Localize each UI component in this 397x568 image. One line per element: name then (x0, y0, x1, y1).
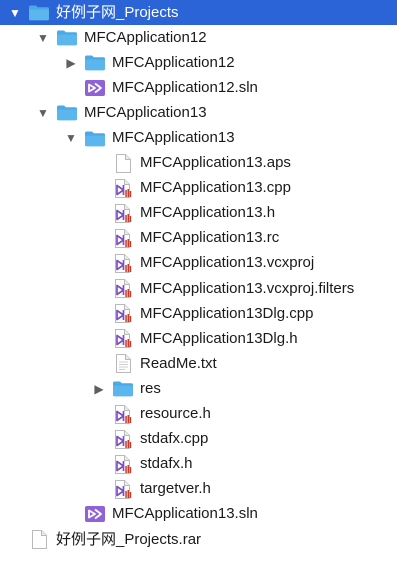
tree-row-label: MFCApplication13.rc (140, 229, 280, 247)
folder-icon (84, 54, 106, 72)
visual-studio-file-icon (112, 178, 134, 198)
tree-row-label: MFCApplication13Dlg.h (140, 329, 298, 347)
blank-file-icon (28, 530, 50, 550)
tree-row-label: 好例子网_Projects.rar (56, 530, 202, 548)
tree-row-folder[interactable]: ▼ MFCApplication13 (0, 125, 397, 150)
tree-row-label: MFCApplication12.sln (112, 78, 258, 96)
folder-icon (56, 104, 78, 122)
tree-row-folder[interactable]: ▶ MFCApplication12 (0, 50, 397, 75)
tree-row-file[interactable]: MFCApplication13.cpp (0, 176, 397, 201)
tree-row-label: MFCApplication13.cpp (140, 179, 291, 197)
tree-row-label: MFCApplication12 (84, 28, 207, 46)
tree-row-file[interactable]: stdafx.h (0, 452, 397, 477)
tree-row-file[interactable]: MFCApplication12.sln (0, 75, 397, 100)
file-tree: ▼ 好例子网_Projects ▼ MFCApplication12 ▶ MFC… (0, 0, 397, 552)
tree-row-file[interactable]: MFCApplication13.rc (0, 226, 397, 251)
tree-row-label: stdafx.h (140, 455, 193, 473)
tree-row-label: ReadMe.txt (140, 354, 217, 372)
tree-row-file[interactable]: MFCApplication13Dlg.h (0, 326, 397, 351)
visual-studio-solution-icon (84, 505, 106, 523)
tree-row-label: MFCApplication13.aps (140, 154, 291, 172)
folder-icon (84, 129, 106, 147)
visual-studio-file-icon (112, 329, 134, 349)
visual-studio-solution-icon (84, 79, 106, 97)
visual-studio-file-icon (112, 203, 134, 223)
tree-row-label: MFCApplication13.vcxproj.filters (140, 279, 355, 297)
tree-row-file[interactable]: MFCApplication13.sln (0, 502, 397, 527)
visual-studio-file-icon (112, 279, 134, 299)
disclosure-expanded-icon[interactable]: ▼ (36, 106, 50, 120)
visual-studio-file-icon (112, 479, 134, 499)
text-file-icon (112, 354, 134, 374)
tree-row-folder[interactable]: ▼ MFCApplication13 (0, 100, 397, 125)
folder-icon (28, 4, 50, 22)
tree-row-file[interactable]: MFCApplication13.vcxproj.filters (0, 276, 397, 301)
disclosure-expanded-icon[interactable]: ▼ (36, 31, 50, 45)
tree-row-label: MFCApplication13 (84, 103, 207, 121)
tree-row-label: MFCApplication13 (112, 129, 235, 147)
tree-row-file[interactable]: targetver.h (0, 477, 397, 502)
tree-row-label: 好例子网_Projects (56, 3, 179, 21)
visual-studio-file-icon (112, 429, 134, 449)
tree-row-file[interactable]: MFCApplication13Dlg.cpp (0, 301, 397, 326)
folder-icon (112, 380, 134, 398)
visual-studio-file-icon (112, 454, 134, 474)
tree-row-folder[interactable]: ▶ res (0, 376, 397, 401)
visual-studio-file-icon (112, 253, 134, 273)
tree-row-label: MFCApplication13.h (140, 204, 276, 222)
tree-row-label: MFCApplication13.sln (112, 505, 258, 523)
blank-file-icon (112, 153, 134, 173)
visual-studio-file-icon (112, 404, 134, 424)
disclosure-collapsed-icon[interactable]: ▶ (64, 56, 78, 70)
tree-row-file[interactable]: stdafx.cpp (0, 427, 397, 452)
tree-row-label: MFCApplication13.vcxproj (140, 254, 315, 272)
folder-icon (56, 29, 78, 47)
disclosure-expanded-icon[interactable]: ▼ (8, 6, 22, 20)
tree-row-folder[interactable]: ▼ MFCApplication12 (0, 25, 397, 50)
tree-row-label: MFCApplication13Dlg.cpp (140, 304, 314, 322)
tree-row-label: res (140, 379, 161, 397)
tree-row-label: MFCApplication12 (112, 53, 235, 71)
disclosure-expanded-icon[interactable]: ▼ (64, 131, 78, 145)
tree-row-label: stdafx.cpp (140, 430, 209, 448)
tree-row-file[interactable]: MFCApplication13.h (0, 201, 397, 226)
tree-row-root-folder[interactable]: ▼ 好例子网_Projects (0, 0, 397, 26)
tree-row-file[interactable]: resource.h (0, 402, 397, 427)
tree-row-file[interactable]: MFCApplication13.aps (0, 151, 397, 176)
visual-studio-file-icon (112, 304, 134, 324)
tree-row-label: targetver.h (140, 480, 211, 498)
tree-row-file[interactable]: 好例子网_Projects.rar (0, 527, 397, 552)
visual-studio-file-icon (112, 228, 134, 248)
tree-row-label: resource.h (140, 405, 211, 423)
tree-row-file[interactable]: MFCApplication13.vcxproj (0, 251, 397, 276)
disclosure-collapsed-icon[interactable]: ▶ (92, 382, 106, 396)
tree-row-file[interactable]: ReadMe.txt (0, 351, 397, 376)
